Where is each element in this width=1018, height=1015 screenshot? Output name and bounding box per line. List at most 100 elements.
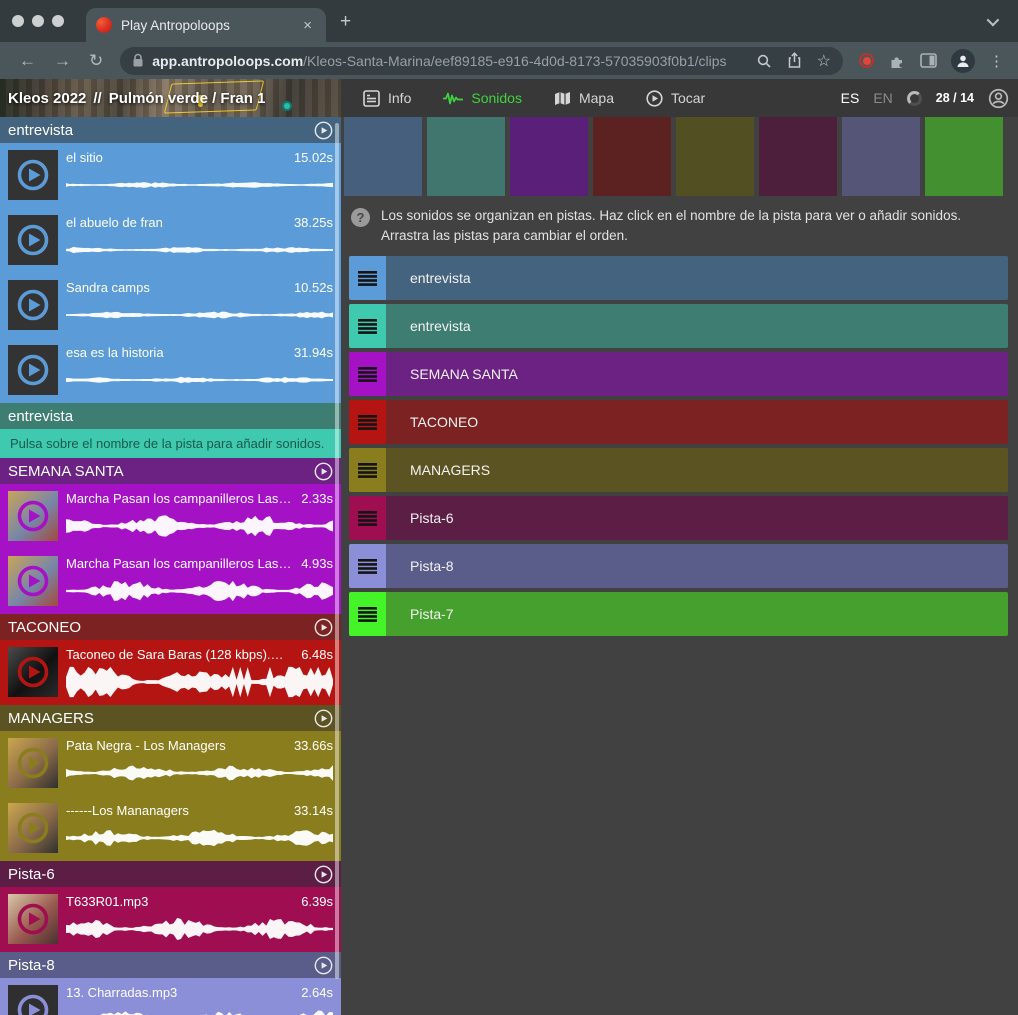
side-panel-icon[interactable] bbox=[920, 53, 937, 68]
clip-waveform[interactable] bbox=[66, 510, 333, 542]
sidebar-track-header[interactable]: Pista-6 bbox=[0, 861, 341, 887]
clip-thumbnail[interactable] bbox=[8, 985, 58, 1015]
track-pad-pista-8[interactable] bbox=[842, 117, 920, 196]
clip-waveform[interactable] bbox=[66, 822, 333, 854]
lang-en-button[interactable]: EN bbox=[873, 90, 892, 106]
clip-thumbnail[interactable] bbox=[8, 738, 58, 788]
clip-waveform[interactable] bbox=[66, 666, 333, 698]
track-drag-handle[interactable] bbox=[349, 304, 386, 348]
clip-waveform[interactable] bbox=[66, 913, 333, 945]
clip-play-icon[interactable] bbox=[15, 992, 51, 1015]
clip-waveform[interactable] bbox=[66, 757, 333, 789]
clip-waveform[interactable] bbox=[66, 169, 333, 201]
clip-play-icon[interactable] bbox=[15, 498, 51, 534]
track-play-button[interactable] bbox=[314, 865, 333, 884]
track-row[interactable]: SEMANA SANTA bbox=[349, 352, 1008, 396]
sidebar-track-header[interactable]: Pista-8 bbox=[0, 952, 341, 978]
extensions-puzzle-icon[interactable] bbox=[888, 52, 906, 70]
clip-thumbnail[interactable] bbox=[8, 647, 58, 697]
clip-thumbnail[interactable] bbox=[8, 556, 58, 606]
clip-waveform[interactable] bbox=[66, 1004, 333, 1015]
track-drag-handle[interactable] bbox=[349, 592, 386, 636]
track-row[interactable]: entrevista bbox=[349, 256, 1008, 300]
clip-item[interactable]: Marcha Pasan los campanilleros Las Mejor… bbox=[0, 484, 341, 549]
tab-close-icon[interactable]: × bbox=[299, 16, 316, 35]
nav-tab-info[interactable]: Info bbox=[363, 90, 411, 107]
track-play-button[interactable] bbox=[314, 618, 333, 637]
track-row[interactable]: MANAGERS bbox=[349, 448, 1008, 492]
nav-tab-mapa[interactable]: Mapa bbox=[554, 90, 614, 106]
track-play-button[interactable] bbox=[314, 956, 333, 975]
bookmark-star-icon[interactable]: ☆ bbox=[817, 51, 831, 71]
zoom-icon[interactable] bbox=[756, 53, 772, 69]
sidebar-track-header[interactable]: entrevista bbox=[0, 117, 341, 143]
share-icon[interactable] bbox=[787, 52, 802, 69]
clip-item[interactable]: T633R01.mp36.39s bbox=[0, 887, 341, 952]
forward-button[interactable]: → bbox=[45, 51, 80, 71]
clip-play-icon[interactable] bbox=[15, 901, 51, 937]
window-minimize-button[interactable] bbox=[32, 15, 44, 27]
account-icon[interactable] bbox=[988, 88, 1009, 109]
track-pad-pista-7[interactable] bbox=[925, 117, 1003, 196]
track-pad-pista-6[interactable] bbox=[759, 117, 837, 196]
track-row[interactable]: Pista-8 bbox=[349, 544, 1008, 588]
record-indicator-icon[interactable] bbox=[859, 53, 874, 68]
track-pad-taconeo[interactable] bbox=[593, 117, 671, 196]
nav-tab-tocar[interactable]: Tocar bbox=[646, 90, 705, 107]
window-zoom-button[interactable] bbox=[52, 15, 64, 27]
track-drag-handle[interactable] bbox=[349, 496, 386, 540]
clip-item[interactable]: el abuelo de fran38.25s bbox=[0, 208, 341, 273]
clip-play-icon[interactable] bbox=[15, 222, 51, 258]
clip-play-icon[interactable] bbox=[15, 157, 51, 193]
browser-menu-icon[interactable]: ⋮ bbox=[989, 52, 1004, 70]
clip-thumbnail[interactable] bbox=[8, 215, 58, 265]
profile-avatar[interactable] bbox=[951, 49, 975, 73]
track-row[interactable]: entrevista bbox=[349, 304, 1008, 348]
clip-item[interactable]: Marcha Pasan los campanilleros Las Mejor… bbox=[0, 549, 341, 614]
track-play-button[interactable] bbox=[314, 462, 333, 481]
clip-waveform[interactable] bbox=[66, 299, 333, 331]
clip-thumbnail[interactable] bbox=[8, 803, 58, 853]
sidebar-track-header[interactable]: entrevista bbox=[0, 403, 341, 429]
sidebar-track-header[interactable]: SEMANA SANTA bbox=[0, 458, 341, 484]
track-row[interactable]: TACONEO bbox=[349, 400, 1008, 444]
window-close-button[interactable] bbox=[12, 15, 24, 27]
track-drag-handle[interactable] bbox=[349, 256, 386, 300]
track-play-button[interactable] bbox=[314, 121, 333, 140]
clip-waveform[interactable] bbox=[66, 234, 333, 266]
clip-thumbnail[interactable] bbox=[8, 150, 58, 200]
clip-thumbnail[interactable] bbox=[8, 491, 58, 541]
address-bar[interactable]: app.antropoloops.com/Kleos-Santa-Marina/… bbox=[120, 47, 843, 75]
clip-play-icon[interactable] bbox=[15, 810, 51, 846]
clip-play-icon[interactable] bbox=[15, 352, 51, 388]
track-row[interactable]: Pista-6 bbox=[349, 496, 1008, 540]
clip-play-icon[interactable] bbox=[15, 287, 51, 323]
reload-button[interactable]: ↻ bbox=[80, 51, 112, 71]
sidebar-scrollbar[interactable] bbox=[335, 123, 339, 979]
new-tab-button[interactable]: + bbox=[340, 12, 351, 31]
track-drag-handle[interactable] bbox=[349, 400, 386, 444]
track-drag-handle[interactable] bbox=[349, 352, 386, 396]
clip-thumbnail[interactable] bbox=[8, 280, 58, 330]
track-drag-handle[interactable] bbox=[349, 448, 386, 492]
track-pad-entrevista[interactable] bbox=[427, 117, 505, 196]
track-play-button[interactable] bbox=[314, 709, 333, 728]
clip-thumbnail[interactable] bbox=[8, 894, 58, 944]
sidebar-track-header[interactable]: MANAGERS bbox=[0, 705, 341, 731]
tab-search-chevron-icon[interactable] bbox=[987, 13, 1000, 26]
clip-item[interactable]: ------Los Mananagers33.14s bbox=[0, 796, 341, 861]
project-banner[interactable]: Kleos 2022 // Pulmón verde / Fran 1 bbox=[0, 79, 341, 117]
clip-waveform[interactable] bbox=[66, 364, 333, 396]
clip-play-icon[interactable] bbox=[15, 745, 51, 781]
clip-thumbnail[interactable] bbox=[8, 345, 58, 395]
back-button[interactable]: ← bbox=[10, 51, 45, 71]
clip-item[interactable]: Pata Negra - Los Managers33.66s bbox=[0, 731, 341, 796]
track-pad-managers[interactable] bbox=[676, 117, 754, 196]
clip-play-icon[interactable] bbox=[15, 563, 51, 599]
clip-item[interactable]: Taconeo de Sara Baras (128 kbps).mp36.48… bbox=[0, 640, 341, 705]
browser-tab[interactable]: Play Antropoloops × bbox=[86, 8, 326, 42]
clip-item[interactable]: el sitio15.02s bbox=[0, 143, 341, 208]
clip-waveform[interactable] bbox=[66, 575, 333, 607]
nav-tab-sonidos[interactable]: Sonidos bbox=[443, 90, 522, 106]
track-drag-handle[interactable] bbox=[349, 544, 386, 588]
